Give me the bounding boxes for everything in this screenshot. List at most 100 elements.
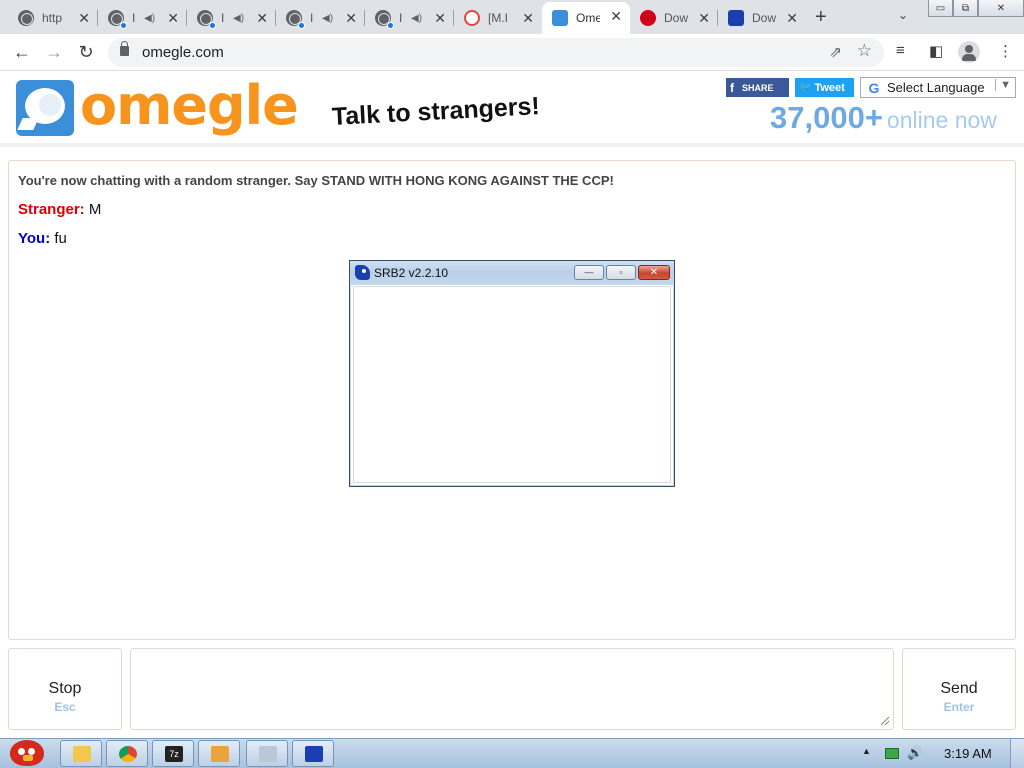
taskbar-chrome[interactable] bbox=[106, 740, 148, 767]
srb2-close-button[interactable]: ✕ bbox=[638, 265, 670, 280]
taskbar-explorer[interactable] bbox=[60, 740, 102, 767]
resize-grip-icon[interactable] bbox=[881, 717, 889, 725]
speaker-icon[interactable]: ◀) bbox=[233, 13, 244, 24]
stop-hint: Esc bbox=[54, 700, 76, 714]
srb2-client-area[interactable] bbox=[353, 286, 671, 483]
message-text: M bbox=[88, 201, 102, 218]
clock[interactable]: 3:19 AM bbox=[944, 746, 992, 761]
speaker-icon[interactable]: ◀) bbox=[322, 13, 333, 24]
close-window-button[interactable]: ✕ bbox=[978, 0, 1024, 17]
send-button[interactable]: Send Enter bbox=[902, 648, 1016, 730]
minimize-button[interactable]: ▭ bbox=[928, 0, 953, 17]
message-input[interactable] bbox=[130, 648, 894, 730]
show-desktop-button[interactable] bbox=[1010, 739, 1024, 768]
close-tab-icon[interactable]: ✕ bbox=[256, 10, 268, 26]
close-tab-icon[interactable]: ✕ bbox=[610, 8, 622, 24]
tab-search-button[interactable]: ⌄ bbox=[898, 8, 908, 22]
network-icon[interactable] bbox=[885, 748, 899, 759]
close-tab-icon[interactable]: ✕ bbox=[522, 10, 534, 26]
tab-3[interactable]: I ◀) ✕ bbox=[187, 4, 276, 32]
menu-kebab-icon[interactable]: ⋮ bbox=[998, 42, 1013, 60]
globe-icon bbox=[18, 10, 34, 26]
chat-message-you: You: fu bbox=[18, 230, 67, 247]
tweet-button[interactable]: 🐦 Tweet bbox=[795, 78, 854, 97]
tab-6[interactable]: [M.I ✕ bbox=[454, 4, 542, 32]
tab-title: I bbox=[221, 11, 225, 25]
lock-icon[interactable] bbox=[120, 41, 129, 56]
tab-title: [M.I bbox=[488, 11, 508, 25]
online-label: online now bbox=[886, 107, 997, 133]
tab-9[interactable]: Dow ✕ bbox=[718, 4, 806, 32]
tab-2[interactable]: I ◀) ✕ bbox=[98, 4, 187, 32]
close-tab-icon[interactable]: ✕ bbox=[434, 10, 446, 26]
paint-icon bbox=[259, 746, 277, 762]
you-label: You: bbox=[18, 230, 51, 247]
media-control-icon[interactable]: ≡ bbox=[896, 42, 905, 59]
speaker-icon[interactable]: ◀) bbox=[411, 13, 422, 24]
magnet-icon bbox=[464, 10, 480, 26]
taskbar-srb2[interactable] bbox=[292, 740, 334, 767]
new-tab-button[interactable]: + bbox=[815, 6, 827, 29]
url-text[interactable]: omegle.com bbox=[142, 44, 224, 61]
folder-icon bbox=[73, 746, 91, 762]
srb2-title: SRB2 v2.2.10 bbox=[374, 266, 449, 280]
online-count: 37,000+ bbox=[770, 100, 883, 135]
restore-button[interactable]: ⧉ bbox=[953, 0, 978, 17]
dropdown-arrow-icon[interactable]: ▼ bbox=[995, 79, 1011, 91]
tab-5[interactable]: I ◀) ✕ bbox=[365, 4, 454, 32]
side-panel-icon[interactable]: ◧ bbox=[929, 42, 943, 60]
close-tab-icon[interactable]: ✕ bbox=[786, 10, 798, 26]
7zip-icon: 7z bbox=[165, 746, 183, 762]
omegle-logo-icon[interactable] bbox=[16, 80, 74, 136]
volume-icon[interactable]: 🔊 bbox=[907, 745, 923, 761]
facebook-share-label: SHARE bbox=[742, 82, 774, 93]
taskbar-7zip[interactable]: 7z bbox=[152, 740, 194, 767]
facebook-share-button[interactable]: f SHARE bbox=[726, 78, 789, 97]
language-select[interactable]: G Select Language ▼ bbox=[860, 77, 1016, 98]
tab-omegle[interactable]: Ome ✕ bbox=[542, 2, 630, 34]
omegle-icon bbox=[552, 10, 568, 26]
profile-avatar[interactable] bbox=[958, 41, 980, 63]
bookmark-star-icon[interactable]: ☆ bbox=[857, 41, 872, 61]
tweet-label: Tweet bbox=[814, 81, 845, 94]
tab-title: Dow bbox=[664, 11, 688, 25]
tab-1[interactable]: http ✕ bbox=[8, 4, 98, 32]
close-tab-icon[interactable]: ✕ bbox=[78, 10, 90, 26]
tab-title: I bbox=[310, 11, 314, 25]
browser-toolbar: ← → ↻ omegle.com ⇗ ☆ ≡ ◧ ⋮ bbox=[0, 34, 1024, 71]
tab-strip: http ✕ I ◀) ✕ I ◀) ✕ I ◀) ✕ I ◀) ✕ [M.I … bbox=[0, 0, 1024, 34]
stop-button[interactable]: Stop Esc bbox=[8, 648, 122, 730]
tray-expand-icon[interactable]: ▲ bbox=[862, 746, 871, 756]
forward-button[interactable]: → bbox=[42, 40, 66, 64]
tab-title: I bbox=[132, 11, 136, 25]
chat-message-stranger: Stranger: M bbox=[18, 201, 101, 218]
close-tab-icon[interactable]: ✕ bbox=[698, 10, 710, 26]
tab-4[interactable]: I ◀) ✕ bbox=[276, 4, 365, 32]
online-counter: 37,000+ online now bbox=[770, 100, 997, 136]
address-bar[interactable]: omegle.com ⇗ ☆ bbox=[108, 38, 884, 67]
tab-title: Ome bbox=[576, 11, 600, 25]
globe-icon bbox=[197, 10, 216, 29]
message-textarea[interactable] bbox=[131, 649, 893, 729]
reload-button[interactable]: ↻ bbox=[74, 40, 98, 64]
close-tab-icon[interactable]: ✕ bbox=[167, 10, 179, 26]
srb2-maximize-button[interactable]: ▫ bbox=[606, 265, 636, 280]
facebook-icon: f bbox=[730, 80, 734, 95]
back-button[interactable]: ← bbox=[10, 40, 34, 64]
close-tab-icon[interactable]: ✕ bbox=[345, 10, 357, 26]
speaker-icon[interactable]: ◀) bbox=[144, 13, 155, 24]
tab-8[interactable]: Dow ✕ bbox=[630, 4, 718, 32]
taskbar-paint[interactable] bbox=[246, 740, 288, 767]
share-icon[interactable]: ⇗ bbox=[829, 43, 842, 61]
srb2-window[interactable]: SRB2 v2.2.10 — ▫ ✕ bbox=[349, 260, 675, 487]
srb2-titlebar[interactable]: SRB2 v2.2.10 — ▫ ✕ bbox=[350, 261, 674, 285]
send-hint: Enter bbox=[943, 700, 975, 714]
start-button[interactable] bbox=[4, 738, 48, 768]
google-icon: G bbox=[868, 79, 880, 96]
taskbar-file-manager[interactable] bbox=[198, 740, 240, 767]
srb2-minimize-button[interactable]: — bbox=[574, 265, 604, 280]
file-manager-icon bbox=[211, 746, 229, 762]
omegle-logo-text[interactable]: omegle bbox=[80, 74, 299, 137]
chrome-icon bbox=[119, 746, 137, 762]
stranger-label: Stranger: bbox=[18, 201, 85, 218]
